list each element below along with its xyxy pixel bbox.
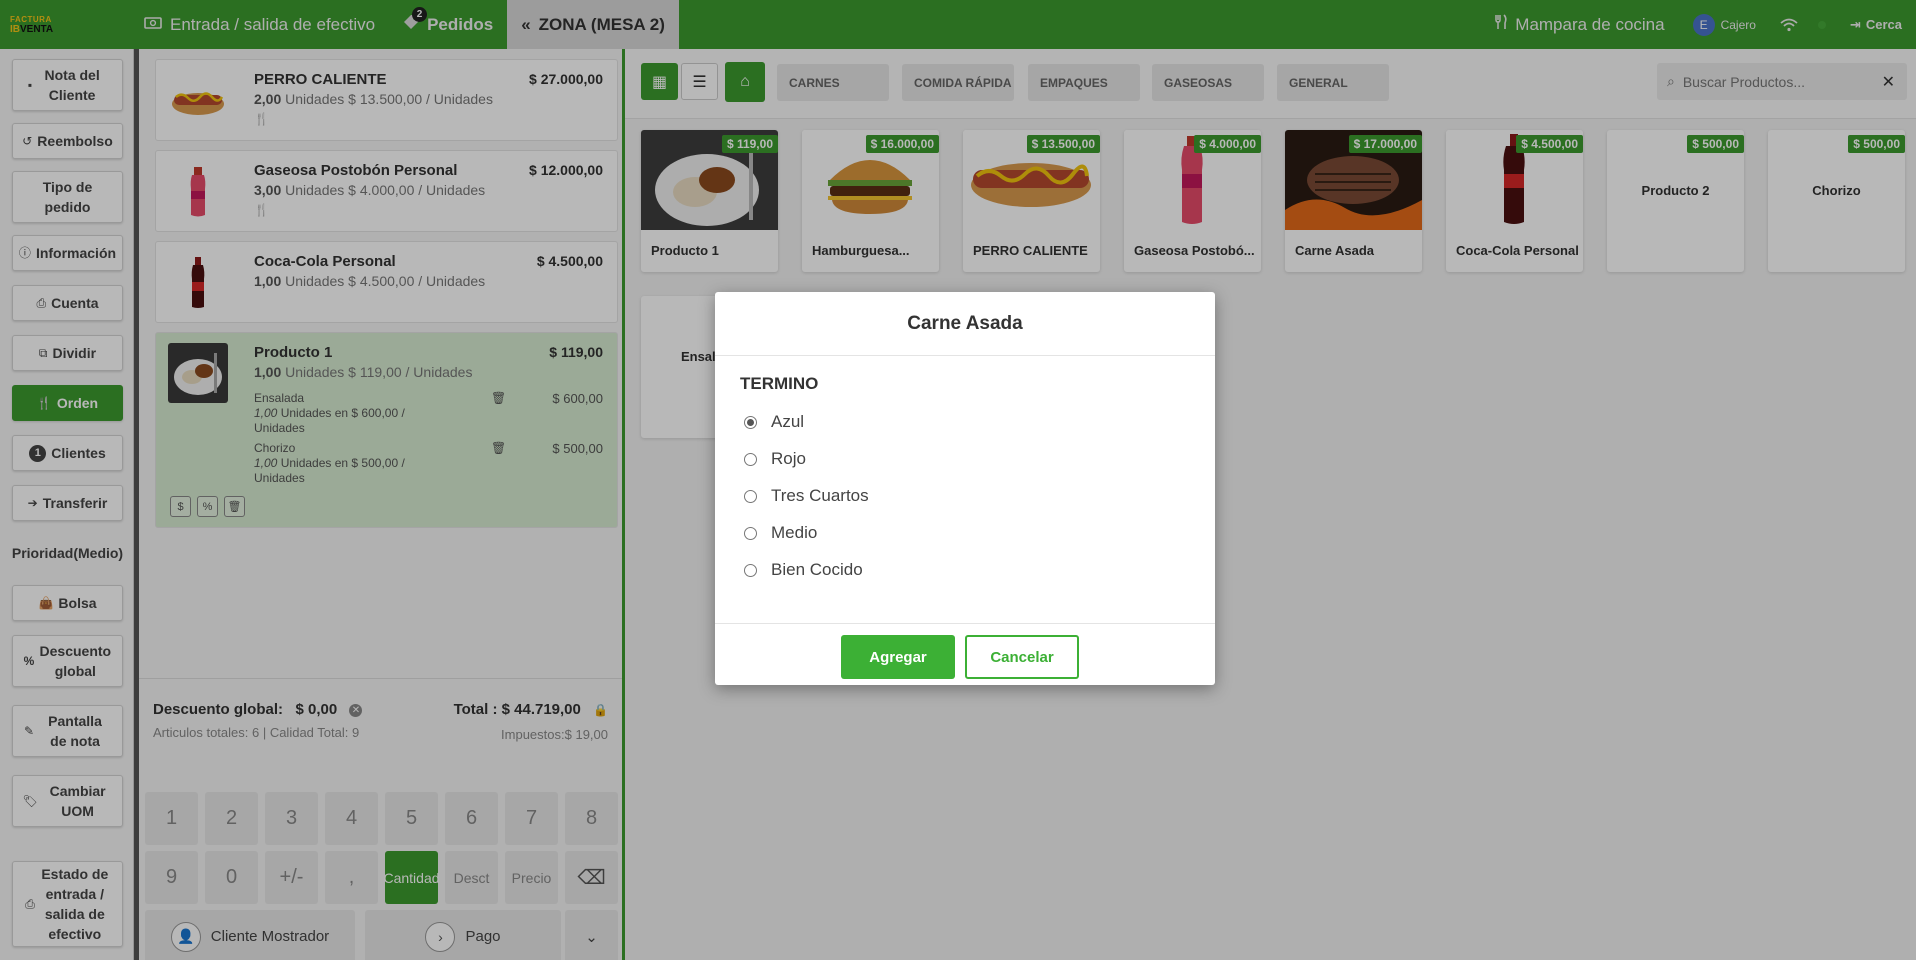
add-button[interactable]: Agregar bbox=[841, 635, 955, 679]
option-label: Bien Cocido bbox=[771, 560, 863, 579]
radio-icon[interactable] bbox=[744, 563, 757, 577]
radio-icon[interactable] bbox=[744, 526, 757, 540]
option-azul[interactable]: Azul bbox=[744, 412, 804, 432]
option-label: Rojo bbox=[771, 449, 806, 468]
option-label: Azul bbox=[771, 412, 805, 431]
option-rojo[interactable]: Rojo bbox=[744, 449, 806, 469]
dialog-footer: Agregar Cancelar bbox=[715, 623, 1215, 685]
radio-selected-icon[interactable] bbox=[744, 415, 757, 429]
dialog-title: Carne Asada bbox=[715, 292, 1215, 356]
option-tres-cuartos[interactable]: Tres Cuartos bbox=[744, 486, 869, 506]
option-group-label: TERMINO bbox=[740, 374, 819, 393]
product-options-dialog: Carne Asada TERMINO Azul Rojo Tres Cuart… bbox=[715, 292, 1215, 685]
radio-icon[interactable] bbox=[744, 452, 757, 466]
option-label: Tres Cuartos bbox=[771, 486, 869, 505]
option-medio[interactable]: Medio bbox=[744, 523, 817, 543]
radio-icon[interactable] bbox=[744, 489, 757, 503]
cancel-button[interactable]: Cancelar bbox=[965, 635, 1079, 679]
option-bien-cocido[interactable]: Bien Cocido bbox=[744, 560, 863, 580]
option-label: Medio bbox=[771, 523, 818, 542]
